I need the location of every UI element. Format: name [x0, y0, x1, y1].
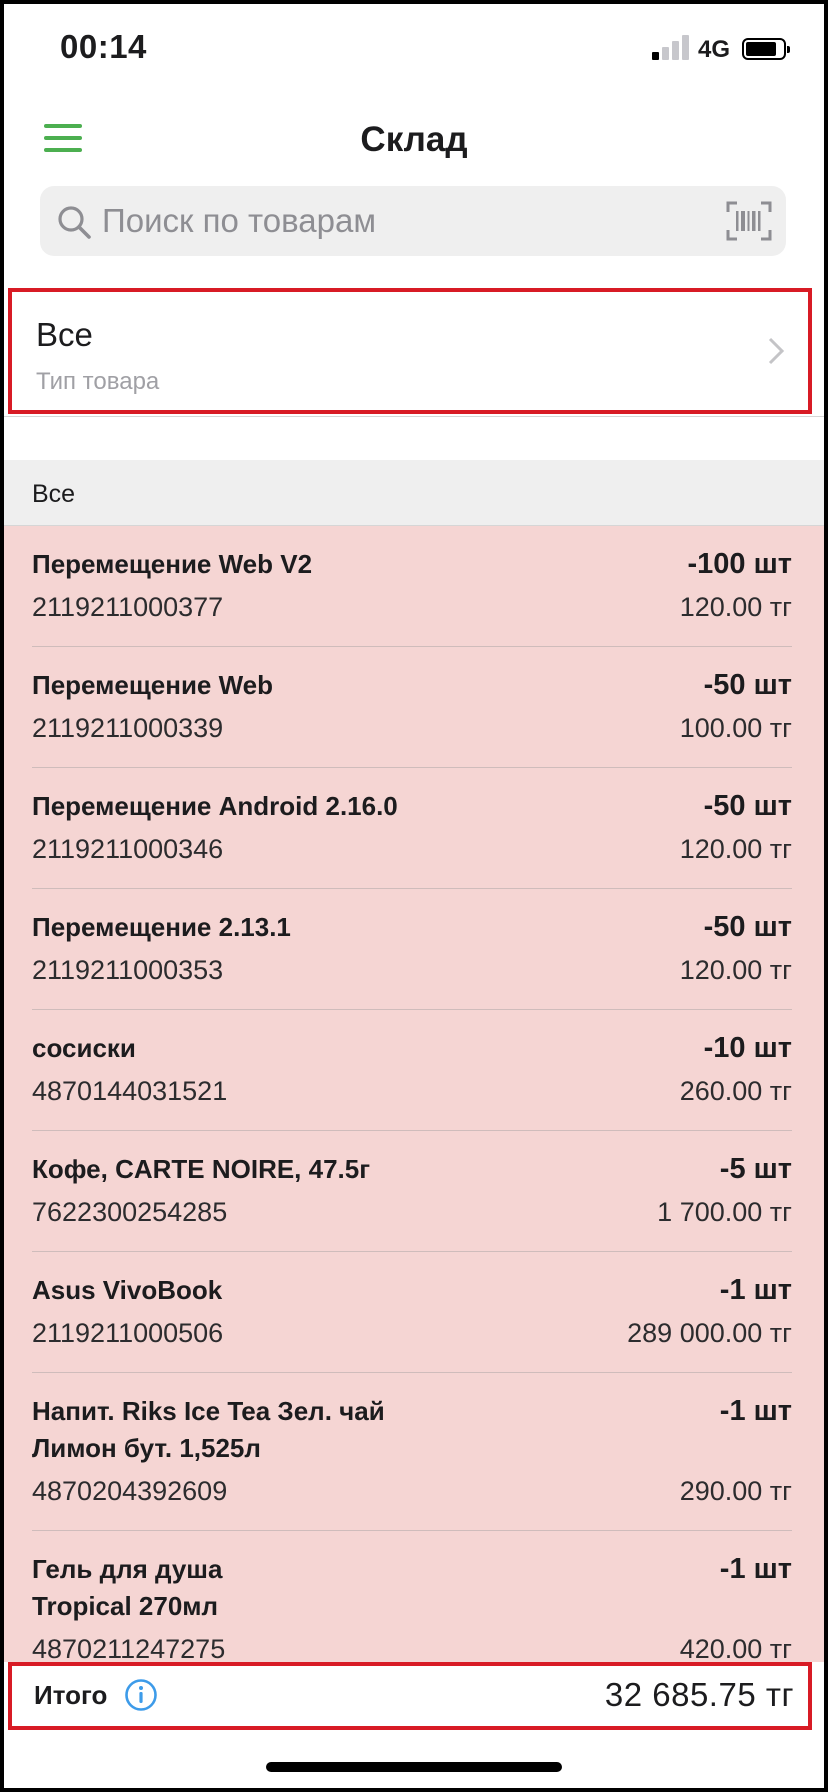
- product-barcode: 2119211000506: [32, 1318, 224, 1348]
- product-barcode: 4870204392609: [32, 1476, 228, 1506]
- product-quantity: -1 шт: [719, 1395, 792, 1427]
- list-item[interactable]: Перемещение Web -50 шт 2119211000339 100…: [4, 647, 824, 768]
- product-quantity: -50 шт: [703, 790, 792, 822]
- list-item[interactable]: Перемещение Web V2 -100 шт 2119211000377…: [4, 526, 824, 647]
- product-quantity: -50 шт: [703, 669, 792, 701]
- search-input[interactable]: [102, 196, 682, 246]
- product-name: Напит. Riks Ice Tea Зел. чай Лимон бут. …: [32, 1396, 385, 1463]
- product-name: Перемещение 2.13.1: [32, 912, 291, 942]
- product-quantity: -1 шт: [719, 1274, 792, 1306]
- home-indicator: [266, 1762, 562, 1772]
- product-barcode: 7622300254285: [32, 1197, 228, 1227]
- list-item[interactable]: Гель для душа Tropical 270мл -1 шт 48702…: [4, 1531, 824, 1662]
- product-price: 120.00 тг: [679, 592, 792, 622]
- product-price: 100.00 тг: [679, 713, 792, 743]
- section-header: Все: [0, 460, 828, 526]
- product-barcode: 4870144031521: [32, 1076, 228, 1106]
- chevron-right-icon: [768, 337, 785, 365]
- list-item[interactable]: Напит. Riks Ice Tea Зел. чай Лимон бут. …: [4, 1373, 824, 1531]
- barcode-scan-icon[interactable]: [726, 200, 772, 242]
- product-name: Перемещение Android 2.16.0: [32, 791, 398, 821]
- list-item[interactable]: Перемещение 2.13.1 -50 шт 2119211000353 …: [4, 889, 824, 1010]
- filter-caption: Тип товара: [36, 368, 160, 395]
- product-name: Кофе, CARTE NOIRE, 47.5г: [32, 1154, 371, 1184]
- product-barcode: 2119211000377: [32, 592, 224, 622]
- status-time: 00:14: [60, 28, 147, 65]
- total-value: 32 685.75 тг: [604, 1676, 794, 1713]
- status-bar: 00:14 4G: [0, 0, 828, 100]
- product-type-filter[interactable]: Все Тип товара: [8, 288, 812, 414]
- network-label: 4G: [698, 36, 731, 63]
- product-price: 120.00 тг: [679, 955, 792, 985]
- list-item[interactable]: сосиски -10 шт 4870144031521 260.00 тг: [4, 1010, 824, 1131]
- product-price: 120.00 тг: [679, 834, 792, 864]
- product-price: 1 700.00 тг: [657, 1197, 792, 1227]
- total-row: Итого 32 685.75 тг: [8, 1662, 812, 1730]
- search-icon: [58, 206, 91, 239]
- list-item[interactable]: Asus VivoBook -1 шт 2119211000506 289 00…: [4, 1252, 824, 1373]
- section-title: Все: [32, 480, 76, 508]
- product-quantity: -50 шт: [703, 911, 792, 943]
- product-barcode: 4870211247275: [32, 1634, 226, 1662]
- divider: [0, 416, 828, 417]
- signal-icon: [652, 34, 690, 60]
- search-bar[interactable]: [40, 186, 786, 256]
- product-name: Гель для душа Tropical 270мл: [32, 1554, 223, 1621]
- product-list: Перемещение Web V2 -100 шт 2119211000377…: [4, 526, 824, 1662]
- product-quantity: -10 шт: [703, 1032, 792, 1064]
- page-title: Склад: [360, 120, 468, 159]
- product-name: Перемещение Web V2: [32, 549, 313, 579]
- product-price: 260.00 тг: [679, 1076, 792, 1106]
- info-icon[interactable]: [124, 1678, 158, 1712]
- product-barcode: 2119211000339: [32, 713, 224, 743]
- product-quantity: -5 шт: [719, 1153, 792, 1185]
- product-barcode: 2119211000346: [32, 834, 224, 864]
- total-label: Итого: [34, 1680, 108, 1710]
- product-quantity: -1 шт: [719, 1553, 792, 1585]
- product-quantity: -100 шт: [687, 548, 792, 580]
- product-name: Asus VivoBook: [32, 1275, 223, 1305]
- product-name: Перемещение Web: [32, 670, 274, 700]
- product-price: 289 000.00 тг: [627, 1318, 792, 1348]
- battery-icon: [742, 38, 790, 60]
- list-item[interactable]: Перемещение Android 2.16.0 -50 шт 211921…: [4, 768, 824, 889]
- nav-bar: Склад: [0, 100, 828, 182]
- list-item[interactable]: Кофе, CARTE NOIRE, 47.5г -5 шт 762230025…: [4, 1131, 824, 1252]
- product-name: сосиски: [32, 1033, 136, 1063]
- product-price: 290.00 тг: [679, 1476, 792, 1506]
- product-barcode: 2119211000353: [32, 955, 224, 985]
- filter-value: Все: [36, 316, 93, 353]
- product-price: 420.00 тг: [679, 1634, 792, 1662]
